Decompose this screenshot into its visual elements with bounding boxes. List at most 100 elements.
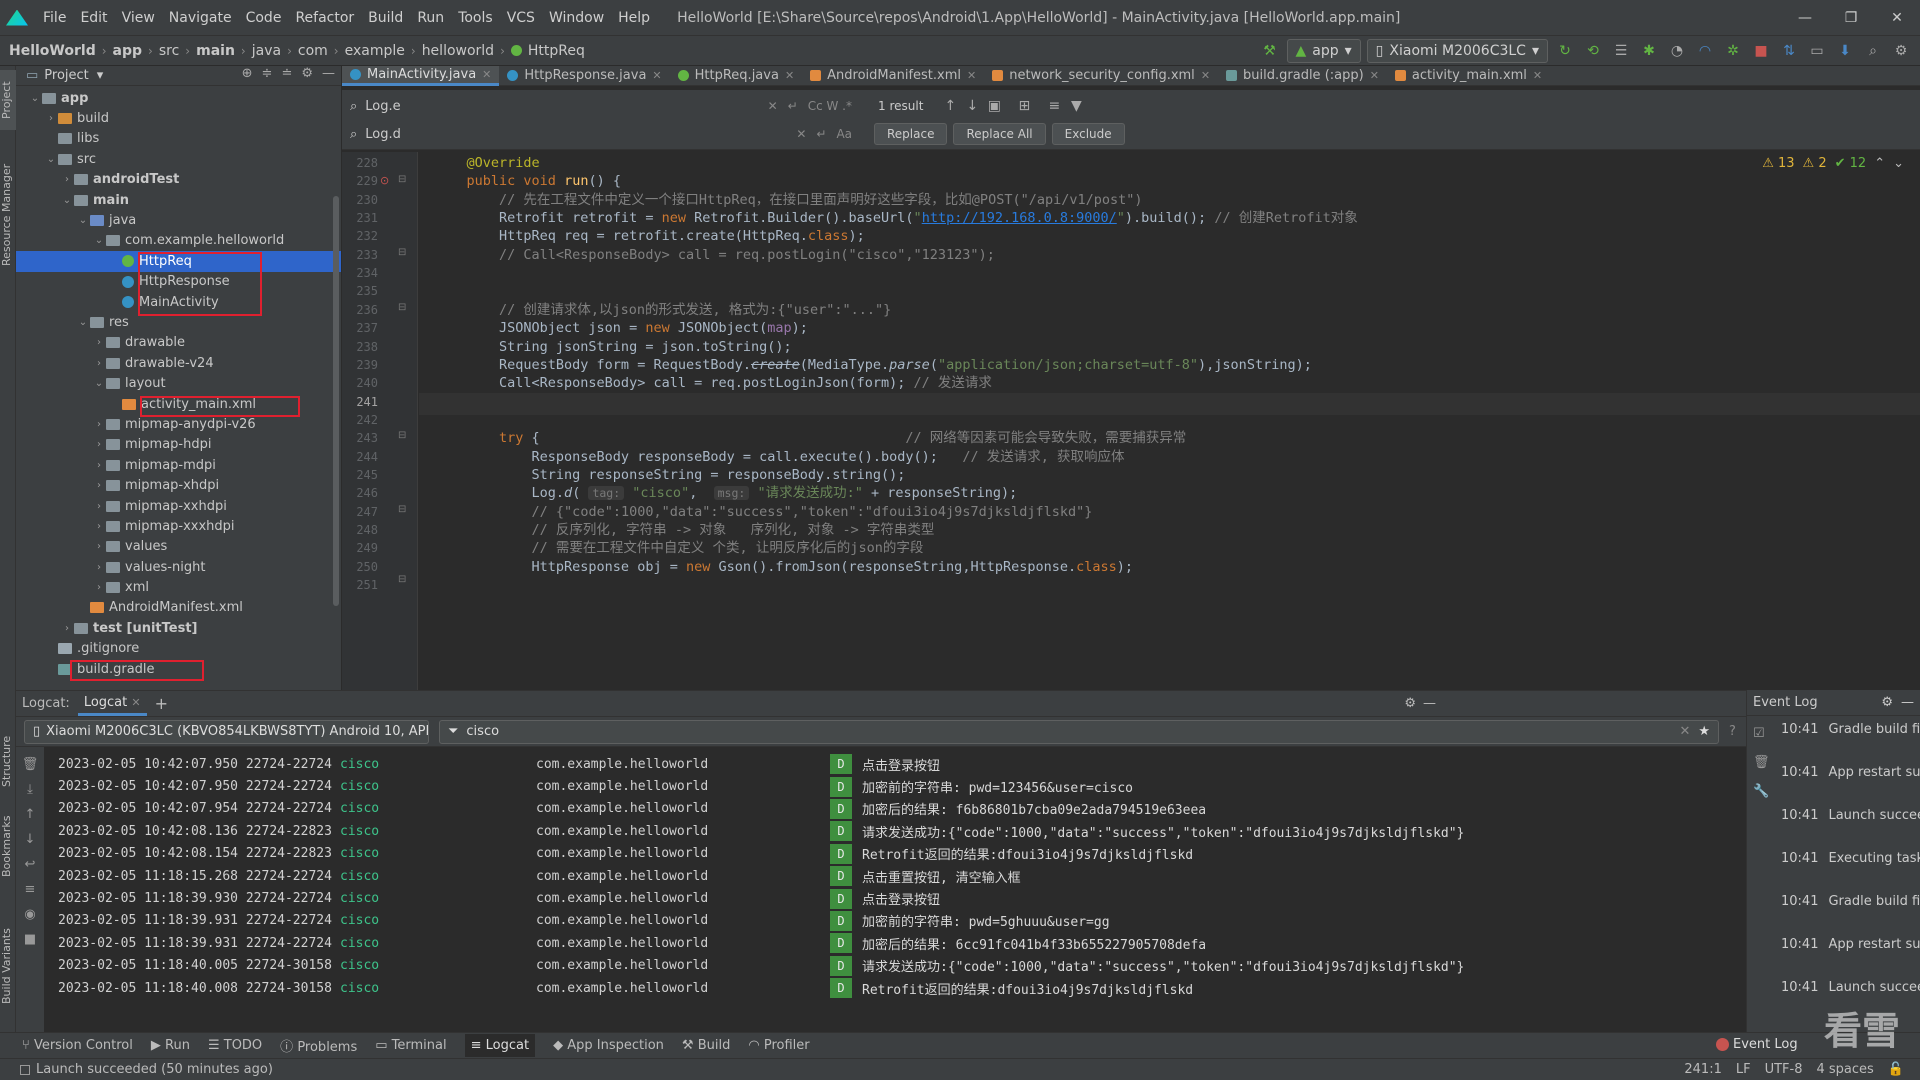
- mark-read-icon[interactable]: ☑: [1753, 726, 1770, 741]
- warning-count[interactable]: ⚠ 13: [1762, 156, 1794, 171]
- code-editor[interactable]: 228 229 230 231 232 233 234 235 236 237 238 239 240 2…: [342, 152, 1920, 690]
- weak-warning-count[interactable]: ⚠ 2: [1803, 156, 1827, 171]
- close-tab-icon[interactable]: ✕: [967, 69, 976, 82]
- sdk-manager-icon[interactable]: ⬇: [1834, 40, 1856, 62]
- file-encoding[interactable]: UTF-8: [1765, 1062, 1803, 1077]
- project-tree-scrollbar[interactable]: [333, 196, 339, 606]
- menu-code[interactable]: Code: [239, 10, 289, 26]
- tree-item[interactable]: ⌄ layout: [16, 373, 341, 393]
- event-log-entry[interactable]: 10:41 App restart succe: [1781, 765, 1920, 780]
- chevron-right-icon[interactable]: ›: [44, 113, 58, 124]
- event-text[interactable]: Gradle build finis: [1828, 722, 1920, 737]
- hide-icon[interactable]: —: [1901, 695, 1914, 710]
- tool-window-logcat[interactable]: ≡ Logcat: [464, 1034, 536, 1057]
- tree-item[interactable]: HttpResponse: [16, 272, 341, 292]
- tree-item[interactable]: ⌄ app: [16, 88, 341, 108]
- line-number[interactable]: 248: [342, 523, 378, 537]
- fold-icon[interactable]: ⊟: [398, 574, 406, 585]
- tree-item[interactable]: › drawable: [16, 333, 341, 353]
- menu-view[interactable]: View: [115, 10, 162, 26]
- tree-item[interactable]: › values: [16, 537, 341, 557]
- clear-logcat-icon[interactable]: 🗑: [22, 757, 39, 772]
- close-tab-icon[interactable]: ✕: [1370, 69, 1379, 82]
- code-line[interactable]: Call<ResponseBody> call = req.postLoginJ…: [434, 372, 992, 394]
- tree-item[interactable]: libs: [16, 129, 341, 149]
- clear-icon[interactable]: ✕: [768, 99, 778, 113]
- tree-item[interactable]: ⌄ java: [16, 210, 341, 230]
- close-icon[interactable]: ✕: [131, 696, 140, 709]
- code-line[interactable]: // Call<ResponseBody> call = req.postLog…: [434, 244, 995, 266]
- breadcrumb-item[interactable]: HttpReq: [525, 43, 588, 59]
- tree-item[interactable]: ⌄ src: [16, 149, 341, 169]
- chevron-right-icon[interactable]: ›: [92, 541, 106, 552]
- hide-icon[interactable]: —: [1423, 696, 1436, 711]
- star-icon[interactable]: ★: [1698, 724, 1710, 739]
- line-number[interactable]: 240: [342, 376, 378, 390]
- line-number[interactable]: 231: [342, 211, 378, 225]
- tree-item[interactable]: › values-night: [16, 557, 341, 577]
- help-icon[interactable]: ?: [1729, 724, 1736, 739]
- chevron-down-icon[interactable]: ⌄: [76, 215, 90, 226]
- line-number[interactable]: 228: [342, 156, 378, 170]
- chevron-down-icon[interactable]: ⌄: [28, 93, 42, 104]
- chevron-right-icon[interactable]: ›: [92, 521, 106, 532]
- filter-options-icon[interactable]: ≡: [1043, 95, 1065, 117]
- exclude-button[interactable]: Exclude: [1051, 123, 1125, 145]
- log-row[interactable]: 2023-02-05 10:42:07.950 22724-22724 cisco…: [44, 753, 1736, 775]
- tree-item[interactable]: › mipmap-anydpi-v26: [16, 414, 341, 434]
- sync-gradle-icon[interactable]: ⇅: [1778, 40, 1800, 62]
- menu-navigate[interactable]: Navigate: [162, 10, 239, 26]
- chevron-down-icon[interactable]: ⌄: [1893, 156, 1904, 171]
- event-log-entry[interactable]: 10:41 App restart succe: [1781, 937, 1920, 952]
- project-tool-button[interactable]: Project: [0, 70, 16, 130]
- line-number[interactable]: 247: [342, 505, 378, 519]
- chevron-right-icon[interactable]: ›: [92, 419, 106, 430]
- coverage-icon[interactable]: ◔: [1666, 40, 1688, 62]
- tool-window-todo[interactable]: ☰ TODO: [208, 1038, 262, 1053]
- event-log-entry[interactable]: 10:41 Gradle build finis: [1781, 722, 1920, 737]
- chevron-right-icon[interactable]: ›: [92, 582, 106, 593]
- editor-tab[interactable]: build.gradle (:app) ✕: [1218, 66, 1387, 86]
- screenshot-icon[interactable]: ◉: [24, 907, 35, 922]
- breadcrumb-item[interactable]: app: [110, 43, 146, 59]
- apply-code-changes-icon[interactable]: ⟲: [1582, 40, 1604, 62]
- log-row[interactable]: 2023-02-05 11:18:39.931 22724-22724 cisco…: [44, 932, 1736, 954]
- editor-gutter[interactable]: 228 229 230 231 232 233 234 235 236 237 238 239 240 2…: [342, 152, 418, 690]
- close-tab-icon[interactable]: ✕: [482, 68, 491, 81]
- log-row[interactable]: 2023-02-05 10:42:07.954 22724-22724 cisco…: [44, 798, 1736, 820]
- tool-window-run[interactable]: ▶ Run: [151, 1038, 190, 1053]
- chevron-down-icon[interactable]: ⌄: [76, 317, 90, 328]
- editor-tab[interactable]: activity_main.xml ✕: [1387, 66, 1550, 86]
- event-log-entry[interactable]: 10:41 Launch succeede: [1781, 808, 1920, 823]
- close-tab-icon[interactable]: ✕: [652, 69, 661, 82]
- menu-run[interactable]: Run: [410, 10, 451, 26]
- menu-vcs[interactable]: VCS: [500, 10, 542, 26]
- chevron-right-icon[interactable]: ›: [92, 480, 106, 491]
- replace-input[interactable]: ⌕ Log.d ✕ ↵ Aa: [342, 122, 862, 146]
- breadcrumb-item[interactable]: helloworld: [419, 43, 497, 59]
- caret-position[interactable]: 241:1: [1684, 1062, 1721, 1077]
- gear-icon[interactable]: ⚙: [301, 66, 313, 81]
- tree-item[interactable]: › mipmap-mdpi: [16, 455, 341, 475]
- format-icon[interactable]: ≡: [25, 882, 36, 897]
- inspection-widget[interactable]: ⚠ 13 ⚠ 2 ✔ 12 ⌃ ⌄: [1762, 156, 1904, 171]
- menu-tools[interactable]: Tools: [451, 10, 500, 26]
- line-number[interactable]: 236: [342, 303, 378, 317]
- tree-item[interactable]: activity_main.xml: [16, 394, 341, 414]
- tree-item[interactable]: › mipmap-xhdpi: [16, 475, 341, 495]
- bookmarks-tool-button[interactable]: Bookmarks: [0, 806, 16, 886]
- new-line-icon[interactable]: ↵: [816, 127, 826, 141]
- tree-item[interactable]: .gitignore: [16, 639, 341, 659]
- chevron-down-icon[interactable]: ⌄: [92, 235, 106, 246]
- tool-window-app-inspection[interactable]: ◆ App Inspection: [553, 1038, 664, 1053]
- logcat-filter-input[interactable]: ⏷ cisco ✕ ★: [439, 719, 1719, 744]
- tree-item[interactable]: › mipmap-xxhdpi: [16, 496, 341, 516]
- replace-options[interactable]: ✕ ↵ Aa: [796, 127, 852, 141]
- chevron-up-icon[interactable]: ⌃: [1874, 156, 1885, 171]
- log-row[interactable]: 2023-02-05 11:18:39.930 22724-22724 cisco…: [44, 887, 1736, 909]
- fold-icon[interactable]: ⊟: [398, 174, 406, 185]
- tool-window-profiler[interactable]: ◠ Profiler: [748, 1038, 809, 1053]
- add-selection-icon[interactable]: ⊞: [1013, 95, 1035, 117]
- log-row[interactable]: 2023-02-05 10:42:07.950 22724-22724 cisco…: [44, 775, 1736, 797]
- close-tab-icon[interactable]: ✕: [1533, 69, 1542, 82]
